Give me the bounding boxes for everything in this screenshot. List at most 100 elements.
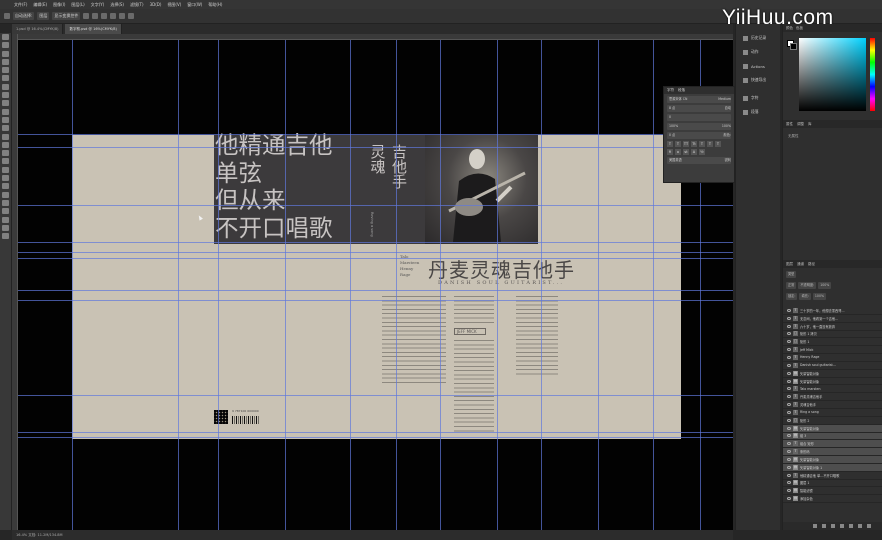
visibility-eye-icon[interactable]	[787, 457, 791, 461]
vertical-guide[interactable]	[396, 40, 397, 530]
fill-field[interactable]: 100%	[812, 293, 827, 300]
vertical-title[interactable]: 灵魂 吉他手	[368, 144, 409, 189]
ordinal-button[interactable]: A	[691, 149, 697, 155]
visibility-eye-icon[interactable]	[787, 379, 791, 383]
layer-row[interactable]: T Danish soul guitarist…	[783, 362, 882, 370]
vertical-guide[interactable]	[440, 40, 441, 530]
visibility-eye-icon[interactable]	[787, 465, 791, 469]
visibility-eye-icon[interactable]	[787, 497, 791, 501]
menu-item[interactable]: 图像(I)	[53, 0, 65, 9]
layer-row[interactable]: T 他精通吉他 单…不开口唱歌	[783, 472, 882, 480]
visibility-eye-icon[interactable]	[787, 434, 791, 438]
visibility-eye-icon[interactable]	[787, 308, 791, 312]
tab-layers[interactable]: 图层	[786, 260, 793, 268]
auto-select-target[interactable]: 图层	[37, 12, 50, 20]
font-style-select[interactable]: Medium	[718, 96, 731, 103]
tab-swatches[interactable]: 色板	[796, 24, 803, 32]
align-bottom-icon[interactable]	[128, 13, 135, 19]
layer-row[interactable]: T 条形码	[783, 448, 882, 457]
vertical-guide[interactable]	[218, 40, 219, 530]
dock-item[interactable]: 字符	[736, 92, 780, 104]
visibility-eye-icon[interactable]	[787, 355, 791, 359]
layer-row[interactable]: T 无意间，他看到一个吉他…	[783, 315, 882, 323]
vertical-guide[interactable]	[598, 40, 599, 530]
visibility-eye-icon[interactable]	[787, 332, 791, 336]
menu-item[interactable]: 视图(V)	[167, 0, 181, 9]
transform-controls-checkbox[interactable]: 显示变换控件	[52, 12, 81, 20]
horizontal-guide[interactable]	[18, 242, 733, 243]
visibility-eye-icon[interactable]	[787, 340, 791, 344]
big-headline-text[interactable]: 他精通吉他 单弦 但从来 不开口唱歌	[215, 131, 333, 242]
dock-item[interactable]: 快速导出	[736, 74, 780, 86]
healing-brush-icon[interactable]	[2, 92, 9, 99]
vertical-guide[interactable]	[72, 40, 73, 530]
color-swatch-icon[interactable]	[2, 216, 9, 223]
subscript-button[interactable]: T	[707, 141, 713, 147]
brush-tool-icon[interactable]	[2, 100, 9, 107]
auto-select-checkbox[interactable]: 自动选择:	[13, 12, 35, 20]
font-family-select[interactable]: 思源宋体 CN	[669, 96, 687, 103]
layer-row[interactable]: T Ring a song	[783, 409, 882, 417]
type-tool-icon[interactable]	[2, 166, 9, 173]
layer-row[interactable]: T 组合 矩形	[783, 440, 882, 449]
visibility-eye-icon[interactable]	[787, 410, 791, 414]
all-caps-button[interactable]: TT	[683, 141, 689, 147]
faux-italic-button[interactable]: T	[675, 141, 681, 147]
menu-item[interactable]: 选择(S)	[110, 0, 124, 9]
menu-item[interactable]: 文字(Y)	[91, 0, 105, 9]
visibility-eye-icon[interactable]	[787, 450, 791, 454]
tracking-field[interactable]: 0	[667, 114, 731, 121]
align-middle-icon[interactable]	[119, 13, 126, 19]
tab-adjustments[interactable]: 调整	[797, 120, 804, 128]
anti-alias-select[interactable]: 锐利	[725, 157, 731, 164]
vertical-guide[interactable]	[541, 40, 542, 530]
layer-row[interactable]: ▤ 添加杂色	[783, 495, 882, 504]
menu-item[interactable]: 滤镜(T)	[130, 0, 144, 9]
new-group-icon[interactable]	[849, 524, 853, 528]
horizontal-scale-field[interactable]: 100%	[722, 123, 731, 130]
layer-row[interactable]: □ 矩形 1 拷贝	[783, 331, 882, 339]
blur-tool-icon[interactable]	[2, 141, 9, 148]
menu-item[interactable]: 3D(D)	[150, 0, 162, 9]
opacity-field[interactable]: 100%	[818, 282, 832, 289]
document-tab[interactable]: 1.psd @ 16.4%(CMYK/8)	[12, 24, 64, 34]
vertical-scale-field[interactable]: 100%	[669, 123, 678, 130]
rectangle-tool-icon[interactable]	[2, 183, 9, 190]
pen-tool-icon[interactable]	[2, 158, 9, 165]
menu-item[interactable]: 图层(L)	[71, 0, 84, 9]
ligature-button[interactable]: fi	[667, 149, 673, 155]
horizontal-guide[interactable]	[18, 252, 733, 253]
stylistic-button[interactable]: st	[683, 149, 689, 155]
visibility-eye-icon[interactable]	[787, 426, 791, 430]
layer-row[interactable]: T 灵魂吉他手	[783, 401, 882, 409]
menu-item[interactable]: 编辑(E)	[33, 0, 47, 9]
small-caps-button[interactable]: Tt	[691, 141, 697, 147]
layer-row[interactable]: ▤ 矢量智能对象	[783, 456, 882, 464]
visibility-eye-icon[interactable]	[787, 395, 791, 399]
marquee-tool-icon[interactable]	[2, 42, 9, 49]
layer-row[interactable]: T 丹麦灵魂吉他手	[783, 393, 882, 402]
leading-field[interactable]: 自动	[725, 105, 731, 112]
color-field[interactable]	[799, 38, 866, 111]
align-center-icon[interactable]	[92, 13, 99, 19]
layer-row[interactable]: ▤ 矢量智能对象 1	[783, 463, 882, 472]
layer-row[interactable]: ▤ 矢量智能对象	[783, 378, 882, 386]
baseline-shift-field[interactable]: 0 点	[669, 132, 675, 139]
mask-icon[interactable]	[831, 524, 835, 528]
dock-item[interactable]: Actions	[736, 60, 780, 72]
layer-row[interactable]: ▤ 组 3	[783, 432, 882, 441]
eraser-tool-icon[interactable]	[2, 125, 9, 132]
quick-mask-icon[interactable]	[2, 224, 9, 231]
horizontal-guide[interactable]	[18, 134, 733, 135]
vertical-guide[interactable]	[497, 40, 498, 530]
dock-item[interactable]: 段落	[736, 106, 780, 118]
layer-row[interactable]: ▤ 矢量智能对象	[783, 370, 882, 378]
lasso-tool-icon[interactable]	[2, 50, 9, 57]
layer-row[interactable]: ▤ 图层 1	[783, 480, 882, 488]
visibility-eye-icon[interactable]	[787, 403, 791, 407]
layer-kind-filter[interactable]: 类型	[786, 271, 797, 278]
menu-item[interactable]: 文件(F)	[14, 0, 27, 9]
layer-row[interactable]: T Talo marsten	[783, 385, 882, 394]
vertical-guide[interactable]	[178, 40, 179, 530]
new-layer-icon[interactable]	[858, 524, 862, 528]
